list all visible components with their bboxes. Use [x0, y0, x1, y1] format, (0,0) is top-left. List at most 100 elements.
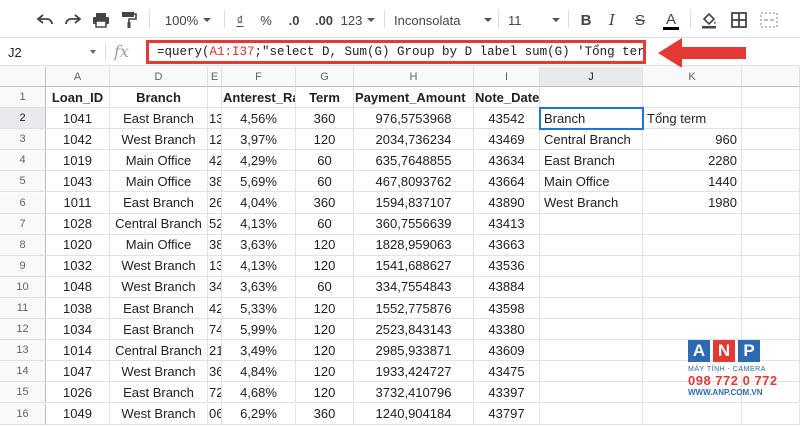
fill-color-icon[interactable] [698, 9, 720, 31]
table-cell-rate[interactable]: 4,84% [222, 361, 296, 383]
query-cell-total[interactable]: 1440 [643, 171, 742, 193]
row-header-4[interactable]: 4 [0, 150, 46, 172]
column-header-i[interactable]: I [474, 67, 540, 87]
table-cell-payment[interactable]: 1933,424727 [354, 361, 474, 383]
table-cell-payment[interactable]: 3732,410796 [354, 382, 474, 404]
table-cell-e[interactable]: 12 [208, 129, 222, 151]
cell-j1[interactable] [540, 87, 643, 109]
table-cell-loan-id[interactable]: 1034 [46, 319, 110, 341]
table-cell-rate[interactable]: 4,56% [222, 108, 296, 130]
font-family-select[interactable]: Inconsolata [394, 9, 492, 31]
table-cell-l[interactable] [742, 276, 800, 298]
table-cell-term[interactable]: 360 [296, 108, 354, 130]
table-cell-j[interactable] [540, 298, 643, 320]
header-cell-term[interactable]: Term [296, 87, 354, 109]
column-header-d[interactable]: D [110, 67, 208, 87]
table-cell-term[interactable]: 120 [296, 361, 354, 383]
header-cell-payment-amount[interactable]: Payment_Amount [354, 87, 474, 109]
table-cell-l[interactable] [742, 108, 800, 130]
table-cell-branch[interactable]: East Branch [110, 319, 208, 341]
query-cell-total[interactable]: 960 [643, 129, 742, 151]
table-cell-branch[interactable]: Central Branch [110, 213, 208, 235]
table-cell-rate[interactable]: 4,13% [222, 255, 296, 277]
table-cell-payment[interactable]: 1594,837107 [354, 192, 474, 214]
row-header-2[interactable]: 2 [0, 108, 46, 130]
row-header-3[interactable]: 3 [0, 129, 46, 151]
row-header-6[interactable]: 6 [0, 192, 46, 214]
table-cell-term[interactable]: 60 [296, 150, 354, 172]
table-cell-j[interactable] [540, 340, 643, 362]
query-cell-branch[interactable]: East Branch [540, 150, 643, 172]
table-cell-note-date[interactable]: 43475 [474, 361, 540, 383]
table-cell-e[interactable]: 38 [208, 171, 222, 193]
table-cell-rate[interactable]: 4,13% [222, 213, 296, 235]
table-cell-branch[interactable]: East Branch [110, 108, 208, 130]
more-formats-select[interactable]: 123 [340, 9, 376, 31]
redo-icon[interactable] [62, 9, 84, 31]
table-cell-rate[interactable]: 5,33% [222, 298, 296, 320]
table-cell-payment[interactable]: 1552,775876 [354, 298, 474, 320]
table-cell-j[interactable] [540, 255, 643, 277]
table-cell-e[interactable]: 42 [208, 298, 222, 320]
table-cell-payment[interactable]: 2034,736234 [354, 129, 474, 151]
undo-icon[interactable] [34, 9, 56, 31]
table-cell-e[interactable]: 52 [208, 213, 222, 235]
table-cell-rate[interactable]: 5,99% [222, 319, 296, 341]
table-cell-term[interactable]: 120 [296, 319, 354, 341]
column-header-k[interactable]: K [643, 67, 742, 87]
table-cell-term[interactable]: 120 [296, 298, 354, 320]
table-cell-j[interactable] [540, 276, 643, 298]
table-cell-branch[interactable]: Main Office [110, 234, 208, 256]
table-cell-note-date[interactable]: 43634 [474, 150, 540, 172]
table-cell-note-date[interactable]: 43542 [474, 108, 540, 130]
table-cell-payment[interactable]: 635,7648855 [354, 150, 474, 172]
table-cell-branch[interactable]: West Branch [110, 129, 208, 151]
zoom-select[interactable]: 100% [158, 9, 218, 31]
column-header-g[interactable]: G [296, 67, 354, 87]
table-cell-payment[interactable]: 976,5753968 [354, 108, 474, 130]
table-cell-loan-id[interactable]: 1028 [46, 213, 110, 235]
table-cell-branch[interactable]: West Branch [110, 255, 208, 277]
strikethrough-button[interactable]: S [630, 9, 650, 31]
cell-l1[interactable] [742, 87, 800, 109]
table-cell-rate[interactable]: 3,63% [222, 276, 296, 298]
table-cell-rate[interactable]: 5,69% [222, 171, 296, 193]
table-cell-j[interactable] [540, 403, 643, 425]
table-cell-note-date[interactable]: 43663 [474, 234, 540, 256]
italic-button[interactable]: I [602, 9, 622, 31]
row-header-12[interactable]: 12 [0, 319, 46, 341]
table-cell-loan-id[interactable]: 1014 [46, 340, 110, 362]
table-cell-loan-id[interactable]: 1041 [46, 108, 110, 130]
table-cell-payment[interactable]: 467,8093762 [354, 171, 474, 193]
table-cell-term[interactable]: 120 [296, 255, 354, 277]
table-cell-note-date[interactable]: 43536 [474, 255, 540, 277]
table-cell-payment[interactable]: 2523,843143 [354, 319, 474, 341]
table-cell-j[interactable] [540, 382, 643, 404]
table-cell-l[interactable] [742, 171, 800, 193]
table-cell-e[interactable]: 427 [208, 150, 222, 172]
table-cell-branch[interactable]: Main Office [110, 171, 208, 193]
query-cell-branch[interactable]: West Branch [540, 192, 643, 214]
column-header-a[interactable]: A [46, 67, 110, 87]
table-cell-note-date[interactable]: 43413 [474, 213, 540, 235]
decrease-decimal-button[interactable]: .0 [282, 9, 306, 31]
table-cell-k[interactable] [643, 213, 742, 235]
table-cell-branch[interactable]: West Branch [110, 361, 208, 383]
table-cell-branch[interactable]: Central Branch [110, 340, 208, 362]
table-cell-note-date[interactable]: 43469 [474, 129, 540, 151]
table-cell-note-date[interactable]: 43380 [474, 319, 540, 341]
table-cell-term[interactable]: 120 [296, 129, 354, 151]
table-cell-k[interactable] [643, 276, 742, 298]
table-cell-loan-id[interactable]: 1048 [46, 276, 110, 298]
table-cell-l[interactable] [742, 298, 800, 320]
table-cell-e[interactable]: 06 [208, 403, 222, 425]
formula-input[interactable]: =query(A1:I37 ;"select D, Sum(G) Group by… [146, 40, 646, 64]
column-header-l[interactable] [742, 67, 800, 87]
table-cell-j[interactable] [540, 213, 643, 235]
query-cell-branch[interactable]: Main Office [540, 171, 643, 193]
column-header-h[interactable]: H [354, 67, 474, 87]
row-header-14[interactable]: 14 [0, 361, 46, 383]
table-cell-note-date[interactable]: 43609 [474, 340, 540, 362]
table-cell-loan-id[interactable]: 1049 [46, 403, 110, 425]
column-header-e[interactable]: E [208, 67, 222, 87]
